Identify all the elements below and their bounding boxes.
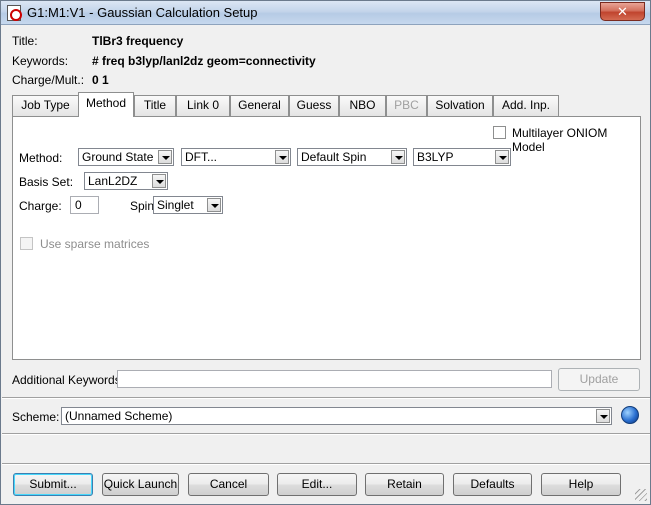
charge-mult-value: 0 1 — [92, 73, 109, 87]
oniom-label: Multilayer ONIOM Model — [512, 126, 608, 154]
tab-method[interactable]: Method — [78, 92, 134, 117]
charge-label: Charge: — [19, 199, 62, 213]
tab-guess[interactable]: Guess — [289, 95, 339, 116]
globe-icon[interactable] — [621, 406, 639, 424]
title-bar[interactable]: G1:M1:V1 - Gaussian Calculation Setup ✕ — [1, 1, 650, 25]
retain-button[interactable]: Retain — [365, 473, 444, 496]
basis-set-label: Basis Set: — [19, 175, 74, 189]
tab-pbc: PBC — [386, 95, 427, 116]
spin-dropdown[interactable]: Singlet — [153, 196, 223, 214]
scheme-value: (Unnamed Scheme) — [65, 409, 173, 423]
tab-job-type[interactable]: Job Type — [12, 95, 79, 116]
additional-keywords-input[interactable] — [117, 370, 552, 388]
method-type-dropdown[interactable]: DFT... — [181, 148, 291, 166]
separator — [2, 463, 650, 465]
gaussian-setup-window: G1:M1:V1 - Gaussian Calculation Setup ✕ … — [0, 0, 651, 505]
chevron-down-icon — [207, 198, 221, 212]
sparse-matrices-label: Use sparse matrices — [40, 237, 150, 251]
resize-grip-icon[interactable] — [635, 489, 647, 501]
chevron-down-icon — [495, 150, 509, 164]
separator — [2, 397, 650, 399]
functional-value: B3LYP — [417, 150, 454, 164]
separator — [2, 433, 650, 435]
method-state-dropdown[interactable]: Ground State — [78, 148, 174, 166]
quick-launch-button[interactable]: Quick Launch — [102, 473, 179, 496]
spin-value: Singlet — [157, 198, 194, 212]
tab-link0[interactable]: Link 0 — [176, 95, 230, 116]
cancel-button[interactable]: Cancel — [188, 473, 269, 496]
window-title: G1:M1:V1 - Gaussian Calculation Setup — [27, 5, 258, 20]
method-label: Method: — [19, 151, 63, 165]
method-type-value: DFT... — [185, 150, 217, 164]
defaults-button[interactable]: Defaults — [453, 473, 532, 496]
submit-button[interactable]: Submit... — [13, 473, 93, 496]
chevron-down-icon — [391, 150, 405, 164]
tab-general[interactable]: General — [230, 95, 289, 116]
basis-set-value: LanL2DZ — [88, 174, 138, 188]
edit-button[interactable]: Edit... — [277, 473, 357, 496]
basis-set-dropdown[interactable]: LanL2DZ — [84, 172, 168, 190]
method-panel: Multilayer ONIOM Model Method: Ground St… — [12, 116, 641, 360]
keywords-label: Keywords: — [12, 54, 69, 68]
tab-add-inp[interactable]: Add. Inp. — [493, 95, 559, 116]
scheme-label: Scheme: — [12, 410, 60, 424]
chevron-down-icon — [158, 150, 172, 164]
update-button: Update — [558, 368, 640, 391]
method-state-value: Ground State — [82, 150, 154, 164]
tab-title[interactable]: Title — [134, 95, 176, 116]
tab-solvation[interactable]: Solvation — [427, 95, 493, 116]
keywords-value: # freq b3lyp/lanl2dz geom=connectivity — [92, 54, 316, 68]
close-button[interactable]: ✕ — [600, 2, 645, 21]
chevron-down-icon — [275, 150, 289, 164]
sparse-matrices-checkbox — [20, 237, 33, 250]
functional-dropdown[interactable]: B3LYP — [413, 148, 511, 166]
chevron-down-icon — [596, 409, 610, 423]
additional-keywords-label: Additional Keywords: — [12, 373, 125, 387]
help-button[interactable]: Help — [541, 473, 621, 496]
spin-type-dropdown[interactable]: Default Spin — [297, 148, 407, 166]
oniom-checkbox[interactable] — [493, 126, 506, 139]
scheme-dropdown[interactable]: (Unnamed Scheme) — [61, 407, 612, 425]
chevron-down-icon — [152, 174, 166, 188]
title-value: TlBr3 frequency — [92, 34, 184, 48]
charge-input[interactable]: 0 — [70, 196, 99, 214]
gaussian-app-icon — [7, 5, 22, 21]
spin-type-value: Default Spin — [301, 150, 367, 164]
tab-nbo[interactable]: NBO — [339, 95, 386, 116]
charge-mult-label: Charge/Mult.: — [12, 73, 85, 87]
title-label: Title: — [12, 34, 38, 48]
